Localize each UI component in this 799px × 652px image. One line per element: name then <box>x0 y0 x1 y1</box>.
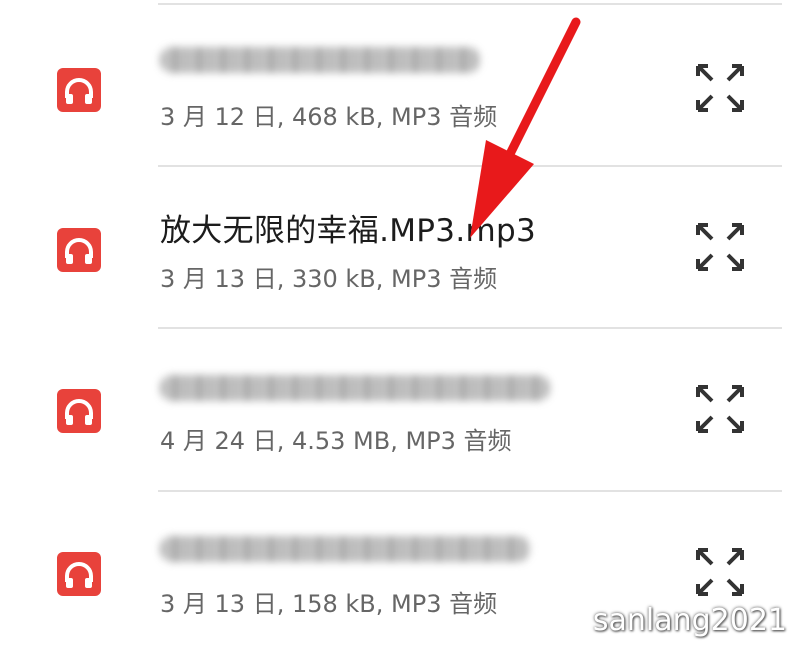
file-name <box>160 536 530 562</box>
file-meta: 3 月 13 日, 330 kB, MP3 音频 <box>160 265 498 293</box>
file-name <box>160 47 480 73</box>
list-item-file-2[interactable]: 放大无限的幸福.MP3.mp3 3 月 13 日, 330 kB, MP3 音频 <box>0 167 799 327</box>
list-item-file-1[interactable]: 3 月 12 日, 468 kB, MP3 音频 <box>0 5 799 165</box>
expand-button[interactable] <box>692 219 748 275</box>
expand-icon <box>696 64 744 112</box>
file-meta: 3 月 13 日, 158 kB, MP3 音频 <box>160 590 498 618</box>
headphones-icon <box>57 389 101 433</box>
file-name <box>160 375 550 401</box>
expand-icon <box>696 223 744 271</box>
expand-icon <box>696 548 744 596</box>
headphones-icon <box>57 228 101 272</box>
expand-button[interactable] <box>692 544 748 600</box>
watermark: sanlang2021 <box>592 603 787 638</box>
file-list: 3 月 12 日, 468 kB, MP3 音频 放大无限的幸福.MP3.mp3… <box>0 0 799 644</box>
headphones-icon <box>57 552 101 596</box>
file-meta: 3 月 12 日, 468 kB, MP3 音频 <box>160 103 498 131</box>
headphones-icon <box>57 68 101 112</box>
expand-icon <box>696 385 744 433</box>
file-name: 放大无限的幸福.MP3.mp3 <box>160 213 536 249</box>
list-item-file-3[interactable]: 4 月 24 日, 4.53 MB, MP3 音频 <box>0 329 799 489</box>
expand-button[interactable] <box>692 60 748 116</box>
expand-button[interactable] <box>692 381 748 437</box>
file-meta: 4 月 24 日, 4.53 MB, MP3 音频 <box>160 427 512 455</box>
